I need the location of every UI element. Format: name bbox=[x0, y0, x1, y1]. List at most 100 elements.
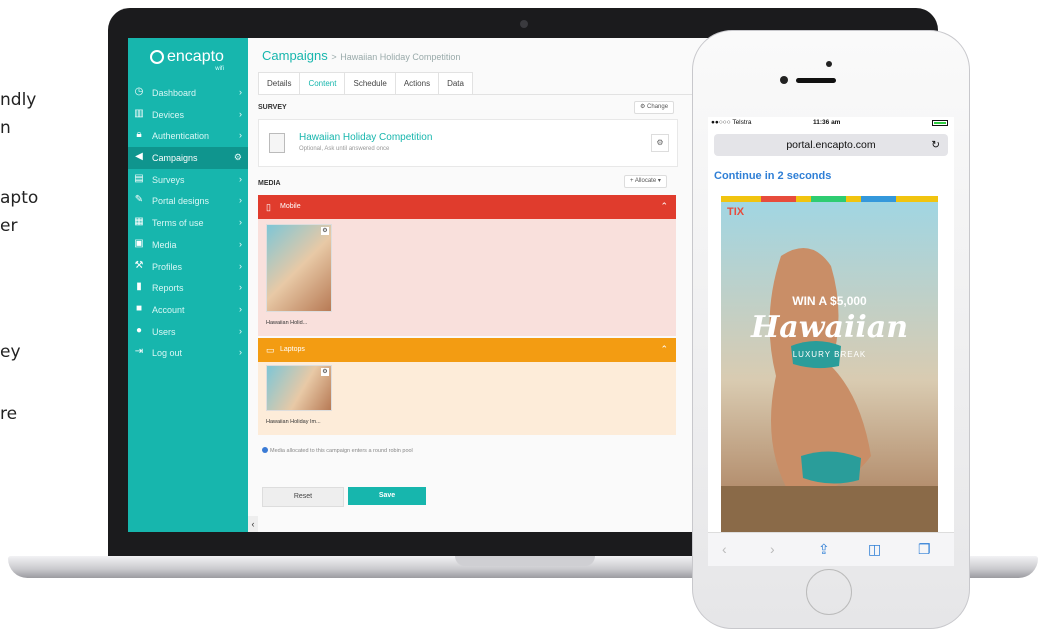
bar-chart-icon: ▮ bbox=[136, 281, 142, 293]
settings-gear-icon: ⚙ bbox=[233, 152, 242, 163]
chevron-right-icon: › bbox=[239, 108, 242, 119]
sidebar-item-label: Users bbox=[152, 326, 176, 337]
sidebar-item-profiles[interactable]: ⚒ Profiles › bbox=[128, 256, 248, 278]
chevron-right-icon: › bbox=[239, 303, 242, 314]
megaphone-icon: ◀ bbox=[135, 151, 143, 163]
sidebar-item-surveys[interactable]: ▤ Surveys › bbox=[128, 169, 248, 191]
mobile-media-caption: Hawaiian Holid... bbox=[266, 320, 308, 326]
phone-status-bar: ●●○○○ Telstra 11:36 am bbox=[708, 117, 954, 129]
tab-content[interactable]: Content bbox=[299, 72, 346, 95]
sidebar-item-dashboard[interactable]: ◷ Dashboard › bbox=[128, 82, 248, 104]
side-text-line: ey bbox=[0, 342, 21, 362]
survey-name[interactable]: Hawaiian Holiday Competition bbox=[299, 132, 432, 143]
app-logo[interactable]: encapto wifi bbox=[150, 48, 224, 72]
breadcrumb: Campaigns > Hawaiian Holiday Competition bbox=[262, 48, 460, 63]
sidebar-item-label: Portal designs bbox=[152, 196, 210, 207]
media-icon: ▣ bbox=[134, 237, 144, 249]
laptop-media-thumbnail[interactable]: ⚙ bbox=[266, 365, 332, 411]
collapse-chevron-icon[interactable]: ⌃ bbox=[660, 201, 668, 212]
sidebar-item-label: Surveys bbox=[152, 174, 185, 185]
share-icon[interactable]: ⇪ bbox=[818, 541, 830, 558]
survey-settings-gear-icon[interactable]: ⚙ bbox=[651, 134, 669, 152]
bookmarks-icon[interactable]: ◫ bbox=[868, 541, 881, 558]
chevron-right-icon: › bbox=[239, 217, 242, 228]
user-icon: ● bbox=[135, 324, 143, 336]
sidebar-item-devices[interactable]: ▥ Devices › bbox=[128, 104, 248, 126]
sidebar-item-label: Devices bbox=[152, 109, 185, 120]
battery-icon bbox=[932, 120, 948, 126]
sidebar-item-log-out[interactable]: ⇥ Log out › bbox=[128, 342, 248, 364]
tab-schedule[interactable]: Schedule bbox=[344, 72, 396, 95]
sidebar-item-campaigns[interactable]: ◀ Campaigns ⚙ bbox=[128, 147, 248, 169]
sidebar-item-label: Account bbox=[152, 304, 185, 315]
collapse-sidebar-arrow-icon[interactable]: ‹ bbox=[248, 516, 258, 532]
breadcrumb-root[interactable]: Campaigns bbox=[262, 48, 328, 63]
media-gear-icon[interactable]: ⚙ bbox=[321, 227, 329, 235]
laptop-band-label: Laptops bbox=[280, 346, 305, 353]
sidebar-item-label: Profiles bbox=[152, 261, 183, 272]
sidebar-item-terms-of-use[interactable]: ▦ Terms of use › bbox=[128, 212, 248, 234]
forward-arrow-icon[interactable]: › bbox=[770, 541, 775, 557]
address-bar[interactable]: portal.encapto.com ↻ bbox=[714, 134, 948, 156]
media-section-title: MEDIA bbox=[258, 180, 281, 187]
survey-icon: ▤ bbox=[134, 172, 144, 184]
allocate-media-button[interactable]: + Allocate ▾ bbox=[624, 175, 667, 188]
media-gear-icon[interactable]: ⚙ bbox=[321, 368, 329, 376]
tabs-icon[interactable]: ❐ bbox=[918, 541, 931, 558]
sidebar-item-label: Media bbox=[152, 239, 177, 250]
chevron-right-icon: › bbox=[239, 325, 242, 336]
sidebar-item-portal-designs[interactable]: ✎ Portal designs › bbox=[128, 190, 248, 212]
mobile-band[interactable]: ▯ Mobile ⌃ bbox=[258, 195, 676, 219]
ad-headline: WIN A $5,000 bbox=[792, 294, 867, 308]
side-text-line: re bbox=[0, 404, 18, 424]
sidebar-item-authentication[interactable]: 🔒︎ Authentication › bbox=[128, 125, 248, 147]
reset-button[interactable]: Reset bbox=[262, 487, 344, 507]
chevron-right-icon: › bbox=[239, 195, 242, 206]
tab-actions[interactable]: Actions bbox=[394, 72, 440, 95]
dashboard-icon: ◷ bbox=[134, 86, 144, 97]
url-text: portal.encapto.com bbox=[786, 139, 876, 151]
tab-data[interactable]: Data bbox=[438, 72, 473, 95]
info-icon bbox=[262, 447, 268, 453]
continue-link[interactable]: Continue in 2 seconds bbox=[714, 170, 831, 182]
chevron-right-icon: › bbox=[239, 260, 242, 271]
survey-subtitle: Optional, Ask until answered once bbox=[299, 146, 390, 152]
laptop-band[interactable]: ▭ Laptops ⌃ bbox=[258, 338, 676, 362]
side-text-line: apto bbox=[0, 188, 39, 208]
sidebar-item-account[interactable]: ■ Account › bbox=[128, 299, 248, 321]
sidebar-item-reports[interactable]: ▮ Reports › bbox=[128, 277, 248, 299]
chevron-right-icon: › bbox=[239, 238, 242, 249]
clock-text: 11:36 am bbox=[813, 119, 841, 126]
change-survey-button[interactable]: ⚙ Change bbox=[634, 101, 675, 114]
hawaiian-ad-image[interactable]: TIX WIN A $5,000 Hawaiian LUXURY BREAK bbox=[721, 196, 938, 532]
phone-home-button[interactable] bbox=[806, 569, 852, 615]
laptop-media-panel: ⚙ Hawaiian Holiday Im... bbox=[258, 362, 676, 435]
side-text-line: n bbox=[0, 118, 11, 138]
breadcrumb-current: Hawaiian Holiday Competition bbox=[340, 52, 461, 62]
laptop-icon: ▭ bbox=[266, 345, 275, 355]
mobile-media-thumbnail[interactable]: ⚙ bbox=[266, 224, 332, 312]
sidebar-item-media[interactable]: ▣ Media › bbox=[128, 234, 248, 256]
chevron-right-icon: › bbox=[239, 173, 242, 184]
save-button[interactable]: Save bbox=[348, 487, 426, 505]
phone-front-camera bbox=[780, 76, 788, 84]
back-arrow-icon[interactable]: ‹ bbox=[722, 541, 727, 557]
sidebar-item-users[interactable]: ● Users › bbox=[128, 321, 248, 343]
collapse-chevron-icon[interactable]: ⌃ bbox=[660, 344, 668, 355]
tab-details[interactable]: Details bbox=[258, 72, 301, 95]
logout-icon: ⇥ bbox=[134, 346, 144, 358]
document-icon: ▦ bbox=[134, 216, 144, 228]
sidebar-item-label: Campaigns bbox=[152, 153, 198, 164]
lock-icon: 🔒︎ bbox=[136, 129, 142, 141]
chevron-right-icon: › bbox=[239, 282, 242, 293]
mobile-media-panel: ⚙ Hawaiian Holid... bbox=[258, 219, 676, 336]
survey-section-title: SURVEY bbox=[258, 104, 287, 111]
carrier-text: ●●○○○ Telstra bbox=[711, 119, 752, 126]
chevron-right-icon: › bbox=[239, 87, 242, 97]
reload-icon[interactable]: ↻ bbox=[931, 134, 940, 156]
briefcase-icon: ■ bbox=[135, 302, 143, 314]
logo-subtext: wifi bbox=[215, 66, 224, 72]
side-text-line: er bbox=[0, 216, 18, 236]
mobile-icon: ▯ bbox=[266, 202, 271, 212]
survey-card: Hawaiian Holiday Competition Optional, A… bbox=[258, 119, 678, 167]
